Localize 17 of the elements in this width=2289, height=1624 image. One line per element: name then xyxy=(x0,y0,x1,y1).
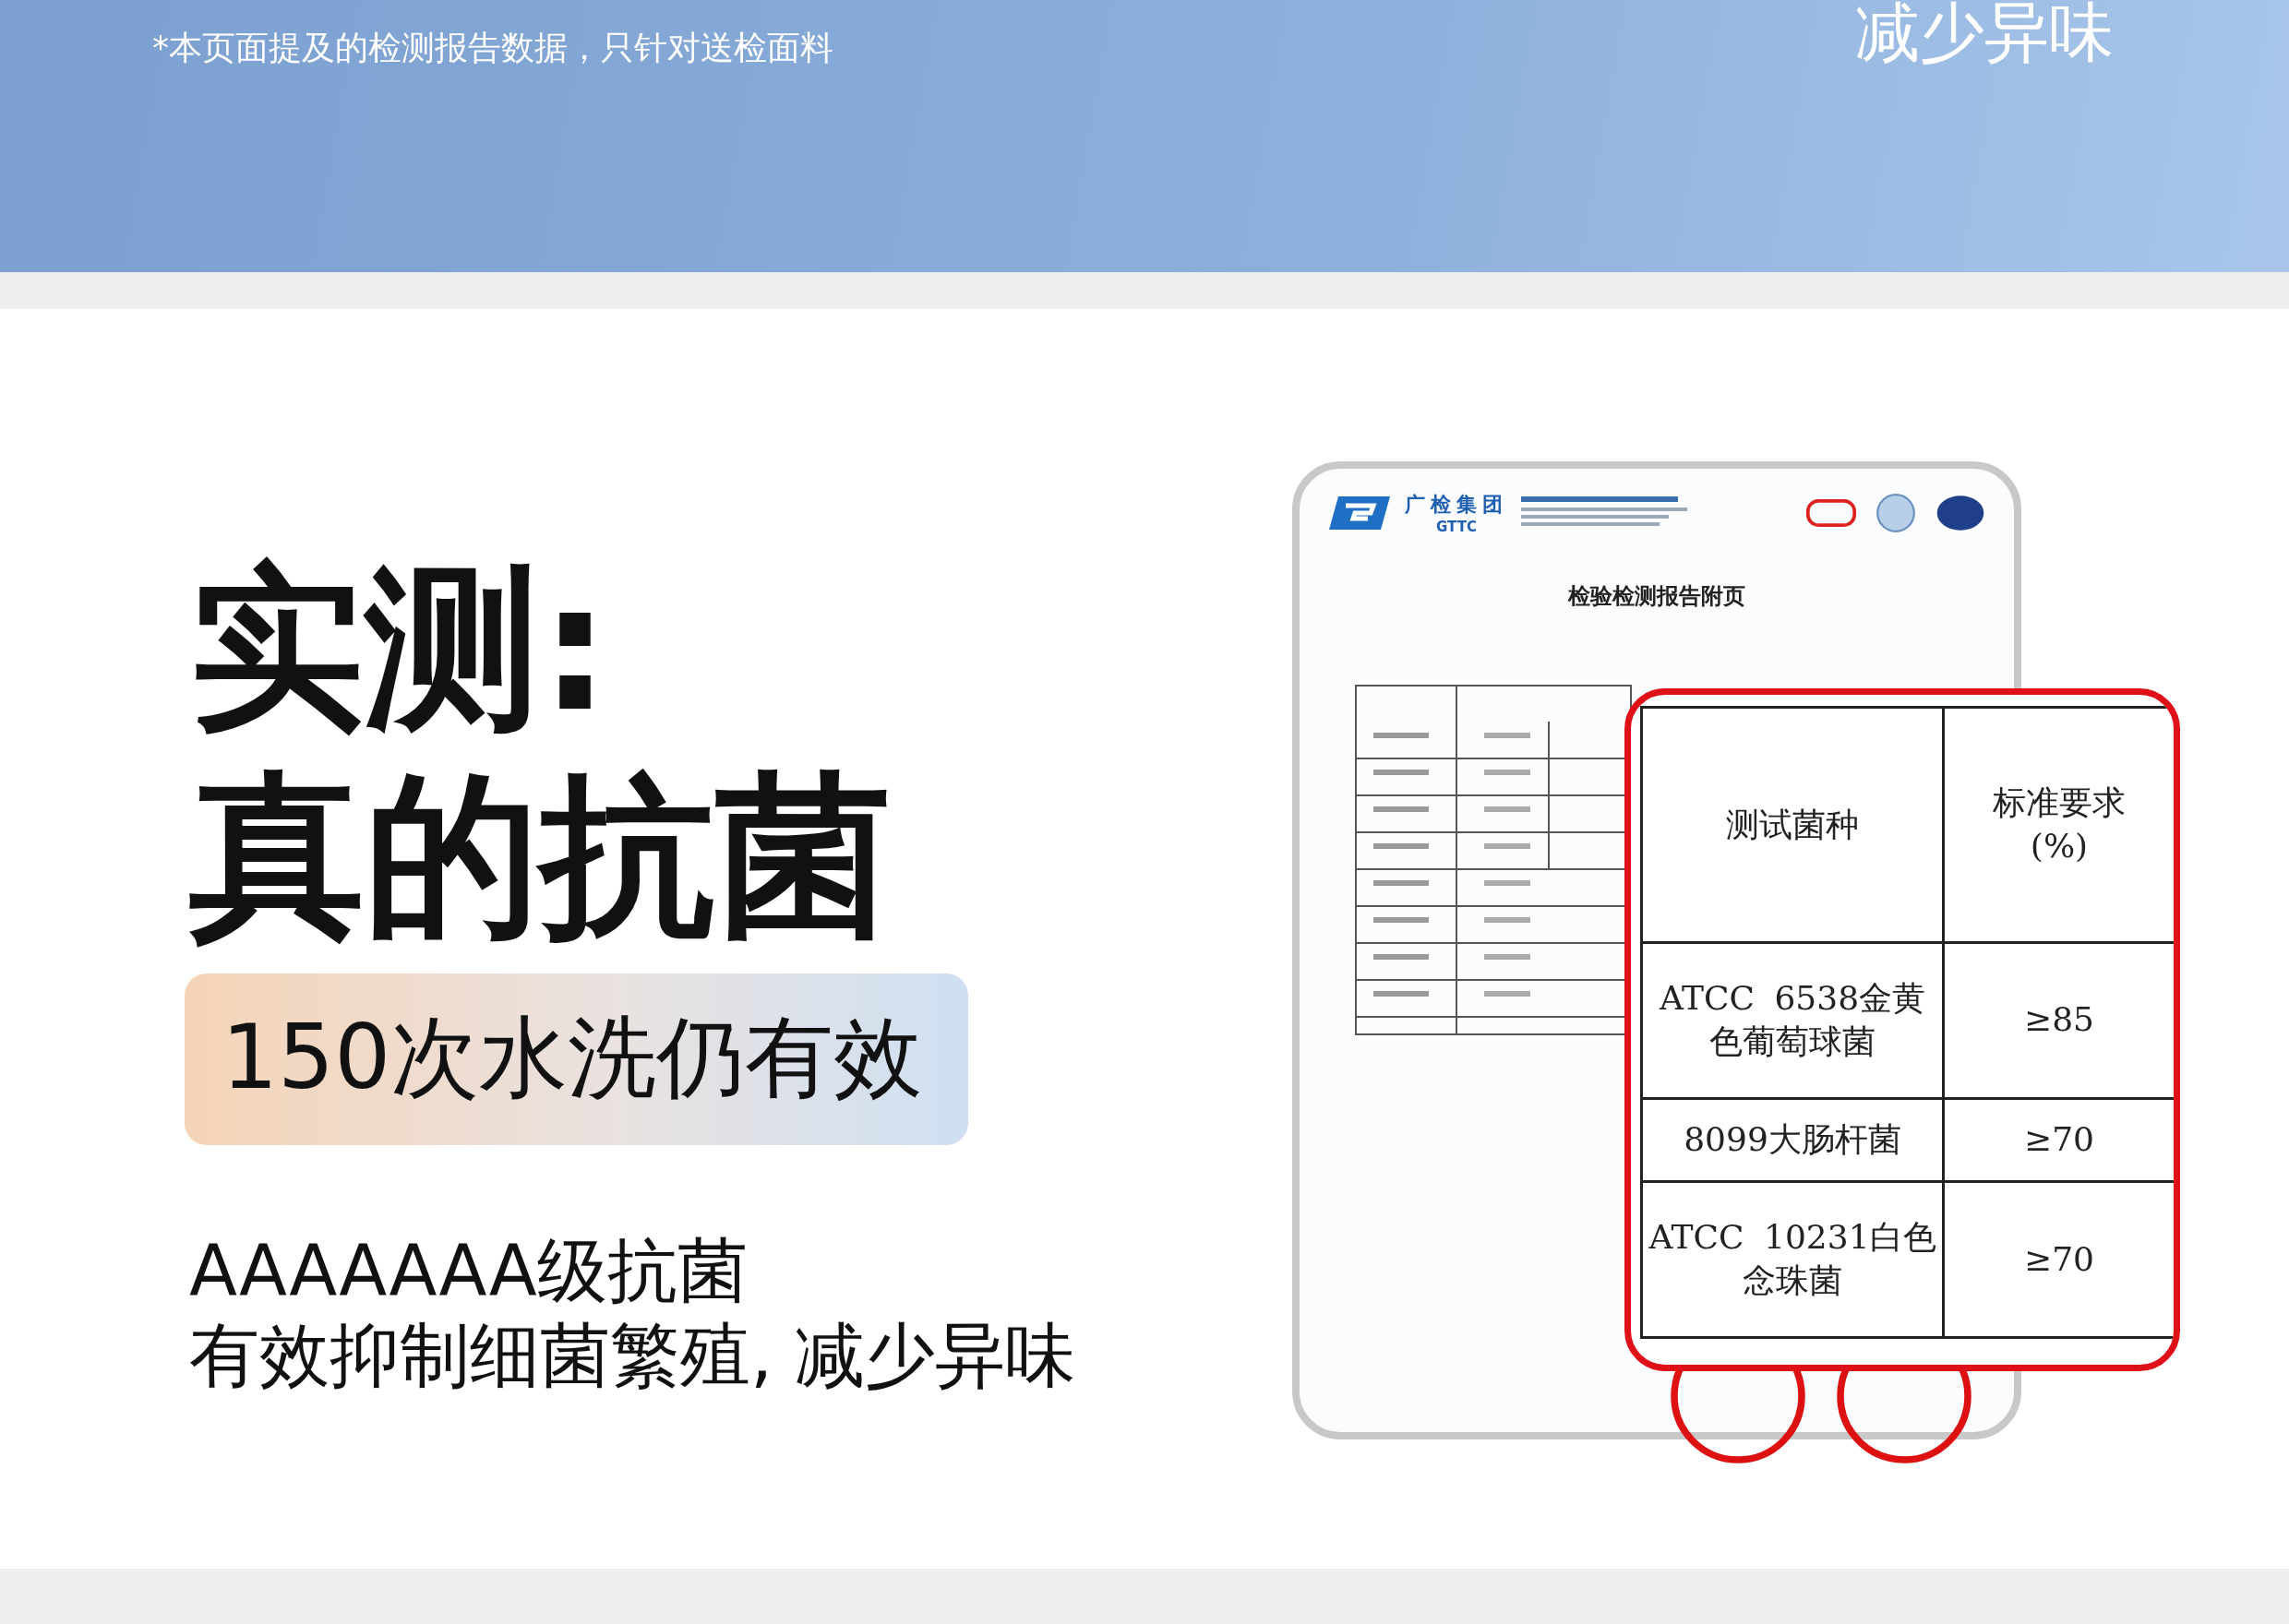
logo-icon xyxy=(1327,495,1392,531)
document-title: 检验检测报告附页 xyxy=(1566,581,1746,611)
banner-caption: 减少异味 xyxy=(1855,0,2114,65)
headline: 真的抗菌 xyxy=(189,753,892,960)
table-cell: ATCC 10231白色念珠菌 xyxy=(1641,1181,1944,1338)
table-cell: 8099大肠杆菌 xyxy=(1641,1098,1944,1182)
headline: 实测: xyxy=(189,545,611,752)
highlight-badge: 150次水洗仍有效 xyxy=(185,973,969,1145)
table-header: 测试菌种 xyxy=(1641,707,1944,943)
description-text: 有效抑制细菌繁殖, 减少异味 xyxy=(189,1313,1077,1398)
table-cell: ATCC 6538金黄色葡萄球菌 xyxy=(1641,942,1944,1099)
accreditation-mark-icon xyxy=(1935,493,1986,533)
table-header: 标准要求 (%) xyxy=(1943,707,2174,943)
disclaimer-text: *本页面提及的检测报告数据，只针对送检面料 xyxy=(152,28,833,68)
org-abbreviation: GTTC xyxy=(1436,519,1477,535)
grade-text: AAAAAAA级抗菌 xyxy=(189,1228,749,1313)
org-name: 广检集团 xyxy=(1405,492,1508,518)
